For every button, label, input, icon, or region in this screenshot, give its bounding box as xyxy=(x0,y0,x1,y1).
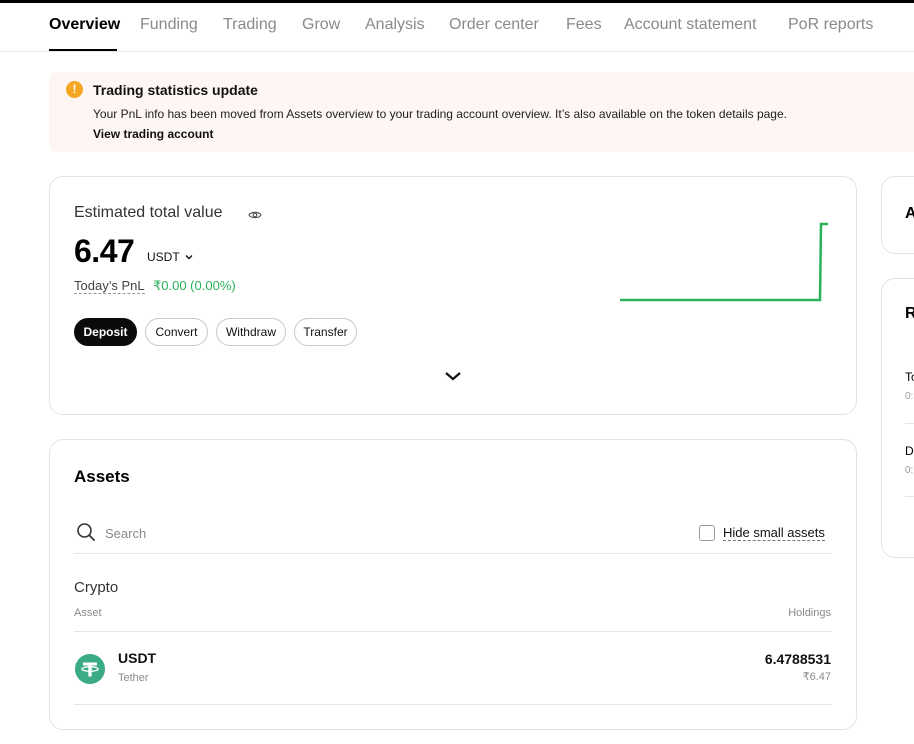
balance-sparkline xyxy=(620,222,828,302)
divider xyxy=(74,704,832,705)
divider xyxy=(74,631,832,632)
tab-trading[interactable]: Trading xyxy=(223,16,277,34)
search-icon xyxy=(77,523,95,541)
side-card-bottom: R To 0: D 0: xyxy=(881,278,914,558)
banner-text: Your PnL info has been moved from Assets… xyxy=(93,107,787,121)
withdraw-button[interactable]: Withdraw xyxy=(216,318,286,346)
crypto-section-title: Crypto xyxy=(74,579,119,596)
tab-overview[interactable]: Overview xyxy=(49,16,120,34)
asset-search-input[interactable] xyxy=(105,523,405,543)
estimated-total-label: Estimated total value xyxy=(74,204,223,221)
convert-button[interactable]: Convert xyxy=(145,318,208,346)
tab-por-reports[interactable]: PoR reports xyxy=(788,16,873,34)
chevron-down-icon[interactable] xyxy=(184,253,194,261)
divider xyxy=(74,553,832,554)
asset-holdings-value: ₹6.47 xyxy=(802,671,831,683)
total-value: 6.47 xyxy=(74,233,135,269)
total-value-card: Estimated total value 6.47 USDT Today’s … xyxy=(49,176,857,415)
side-divider xyxy=(905,496,914,497)
banner-title: Trading statistics update xyxy=(93,82,258,98)
currency-selector[interactable]: USDT xyxy=(147,250,180,264)
side-item-2-sub: 0: xyxy=(905,465,914,476)
asset-holdings-amount: 6.4788531 xyxy=(764,651,831,667)
tab-account-statement[interactable]: Account statement xyxy=(624,16,757,34)
side-card-bottom-title: R xyxy=(905,305,914,322)
expand-chevron-icon[interactable] xyxy=(443,370,463,382)
deposit-button[interactable]: Deposit xyxy=(74,318,137,346)
assets-card: Assets Hide small assets Crypto Asset Ho… xyxy=(49,439,857,730)
side-item-1-sub: 0: xyxy=(905,391,914,402)
side-item-1: To xyxy=(905,370,914,384)
assets-title: Assets xyxy=(74,467,130,486)
side-card-top: A xyxy=(881,176,914,254)
side-card-top-title: A xyxy=(905,205,914,222)
asset-symbol: USDT xyxy=(118,650,157,666)
tab-funding[interactable]: Funding xyxy=(140,16,198,34)
tab-grow[interactable]: Grow xyxy=(302,16,340,34)
tab-fees[interactable]: Fees xyxy=(566,16,602,34)
asset-name: Tether xyxy=(118,672,149,684)
tab-analysis[interactable]: Analysis xyxy=(365,16,425,34)
todays-pnl-value: ₹0.00 (0.00%) xyxy=(153,278,236,293)
view-trading-account-link[interactable]: View trading account xyxy=(93,127,213,141)
side-item-2: D xyxy=(905,444,914,458)
side-divider xyxy=(905,423,914,424)
active-tab-indicator xyxy=(49,49,117,51)
eye-icon[interactable] xyxy=(248,208,262,222)
tether-icon xyxy=(75,654,105,684)
todays-pnl-label[interactable]: Today’s PnL xyxy=(74,278,145,294)
tab-bar: Overview Funding Trading Grow Analysis O… xyxy=(0,3,914,52)
hide-small-assets-label[interactable]: Hide small assets xyxy=(723,525,825,541)
column-header-holdings: Holdings xyxy=(788,607,831,619)
tab-order-center[interactable]: Order center xyxy=(449,16,539,34)
column-header-asset: Asset xyxy=(74,607,102,619)
hide-small-assets-checkbox[interactable] xyxy=(699,525,715,541)
notice-banner: ! Trading statistics update Your PnL inf… xyxy=(49,72,914,152)
transfer-button[interactable]: Transfer xyxy=(294,318,357,346)
warning-icon: ! xyxy=(66,81,83,98)
